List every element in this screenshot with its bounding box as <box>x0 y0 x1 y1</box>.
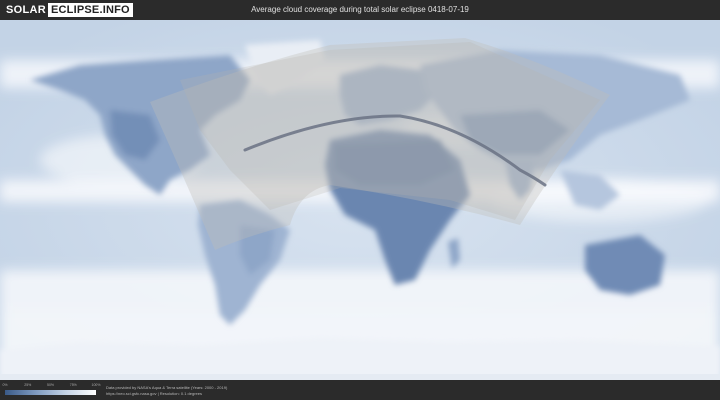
legend-tick-50: 50% <box>46 383 55 387</box>
data-source-link[interactable]: https://neo.sci.gsfc.nasa.gov | Resoluti… <box>106 391 202 396</box>
footer-bar <box>0 380 720 400</box>
page-title: Average cloud coverage during total sola… <box>251 5 469 14</box>
legend-ticks: 0% 25% 50% 75% 100% <box>2 383 100 389</box>
legend-tick-75: 75% <box>69 383 77 387</box>
legend-tick-100: 100% <box>91 383 101 387</box>
legend-tick-25: 25% <box>24 383 32 387</box>
cloud-coverage-legend <box>5 390 96 395</box>
land-antarctica <box>0 338 720 380</box>
legend-tick-0: 0% <box>2 383 8 387</box>
cloud-coverage-map <box>0 20 720 380</box>
header-bar: SOLAR ECLIPSE.INFO Average cloud coverag… <box>0 0 720 20</box>
data-credit: Data provided by NASA's Aqua & Terra sat… <box>106 385 228 390</box>
